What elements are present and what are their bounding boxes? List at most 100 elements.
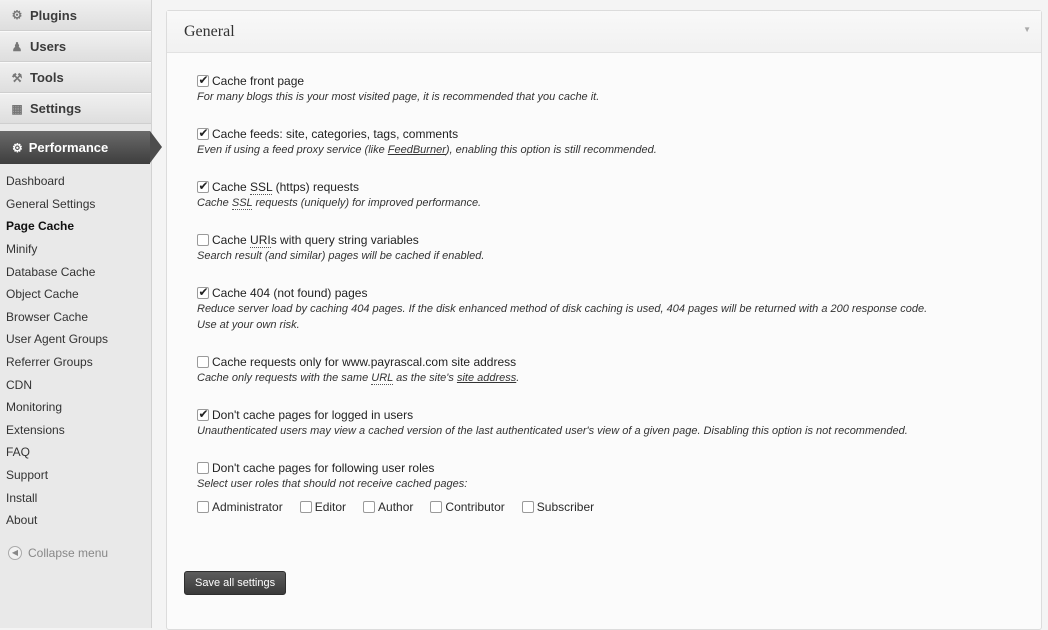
option-description: Unauthenticated users may view a cached … (197, 425, 908, 437)
option-cache-ssl: Cache SSL (https) requests Cache SSL req… (197, 179, 1037, 211)
submenu-item-faq[interactable]: FAQ (0, 441, 151, 464)
panel-header: General ▼ (167, 11, 1041, 53)
option-label-row: Don't cache pages for following user rol… (197, 460, 1037, 476)
option-cache-404: Cache 404 (not found) pages Reduce serve… (197, 285, 1037, 333)
submenu-item-referrer-groups[interactable]: Referrer Groups (0, 351, 151, 374)
menu-item-settings[interactable]: ▦ Settings (0, 93, 151, 124)
option-label-row: Cache feeds: site, categories, tags, com… (197, 126, 1037, 142)
option-label-row: Cache requests only for www.payrascal.co… (197, 354, 1037, 370)
role-subscriber[interactable]: Subscriber (521, 500, 594, 514)
cache-front-page-checkbox[interactable] (197, 75, 209, 87)
option-description: Search result (and similar) pages will b… (197, 250, 485, 262)
role-label[interactable]: Subscriber (537, 500, 594, 514)
option-description: Cache SSL requests (uniquely) for improv… (197, 195, 1037, 211)
admin-sidebar: ⚙ Plugins ♟ Users ⚒ Tools ▦ Settings ⚙ P… (0, 0, 162, 628)
submenu-item-about[interactable]: About (0, 509, 151, 532)
role-contributor[interactable]: Contributor (430, 500, 505, 514)
menu-item-users[interactable]: ♟ Users (0, 31, 151, 62)
desc-text: as the site's (393, 372, 457, 384)
menu-item-plugins[interactable]: ⚙ Plugins (0, 0, 151, 31)
option-description: Even if using a feed proxy service (like… (197, 142, 1037, 158)
desc-text: Even if using a feed proxy service (like (197, 144, 388, 156)
option-description-risk: Use at your own risk. (197, 319, 300, 331)
menu-item-label: Plugins (30, 7, 77, 23)
option-label[interactable]: Don't cache pages for following user rol… (212, 461, 434, 475)
submenu-item-database-cache[interactable]: Database Cache (0, 260, 151, 283)
option-label[interactable]: Cache feeds: site, categories, tags, com… (212, 127, 458, 141)
option-cache-feeds: Cache feeds: site, categories, tags, com… (197, 126, 1037, 158)
option-label-row: Don't cache pages for logged in users (197, 407, 1037, 423)
cache-feeds-checkbox[interactable] (197, 128, 209, 140)
menu-item-label: Tools (30, 70, 64, 85)
role-editor[interactable]: Editor (299, 500, 346, 514)
desc-text: . (516, 372, 520, 384)
submenu-item-dashboard[interactable]: Dashboard (0, 170, 151, 193)
cache-ssl-checkbox[interactable] (197, 181, 209, 193)
option-description: Reduce server load by caching 404 pages.… (197, 303, 928, 315)
option-label-row: Cache 404 (not found) pages (197, 285, 1037, 301)
role-label[interactable]: Author (378, 500, 413, 514)
role-checkbox[interactable] (363, 501, 376, 513)
user-roles-checkbox[interactable] (197, 462, 209, 474)
role-checkbox[interactable] (197, 501, 209, 513)
option-label[interactable]: Cache URIs with query string variables (212, 233, 419, 248)
cache-site-address-checkbox[interactable] (197, 356, 209, 368)
cache-404-checkbox[interactable] (197, 287, 209, 299)
option-user-roles: Don't cache pages for following user rol… (197, 460, 1037, 514)
panel-toggle-icon[interactable]: ▼ (1023, 25, 1031, 34)
role-label[interactable]: Contributor (445, 500, 504, 514)
option-label[interactable]: Cache requests only for www.payrascal.co… (212, 355, 516, 369)
submenu-item-page-cache[interactable]: Page Cache (0, 215, 151, 238)
role-label[interactable]: Administrator (212, 500, 283, 514)
url-abbr: URL (371, 372, 394, 385)
submenu-item-user-agent-groups[interactable]: User Agent Groups (0, 328, 151, 351)
collapse-menu-button[interactable]: ◀ Collapse menu (8, 545, 151, 560)
desc-text: Cache (197, 197, 232, 209)
submenu-item-browser-cache[interactable]: Browser Cache (0, 306, 151, 329)
user-roles-list: Administrator Editor Author Contributor … (197, 500, 1037, 514)
label-text: s with query string variables (270, 233, 419, 247)
role-administrator[interactable]: Administrator (197, 500, 283, 514)
menu-item-label: Performance (28, 140, 109, 155)
tools-icon: ⚒ (11, 70, 23, 85)
panel-title: General (184, 22, 235, 40)
option-label[interactable]: Cache front page (212, 74, 304, 88)
label-text: Cache (212, 180, 251, 194)
role-label[interactable]: Editor (315, 500, 346, 514)
submenu-item-monitoring[interactable]: Monitoring (0, 396, 151, 419)
submenu-item-extensions[interactable]: Extensions (0, 419, 151, 442)
submenu-item-object-cache[interactable]: Object Cache (0, 283, 151, 306)
cache-options: Cache front page For many blogs this is … (197, 73, 1037, 514)
role-checkbox[interactable] (299, 501, 312, 513)
submenu-item-install[interactable]: Install (0, 486, 151, 509)
collapse-menu-label: Collapse menu (28, 545, 109, 560)
label-text: Cache (212, 233, 251, 247)
submenu-item-general-settings[interactable]: General Settings (0, 193, 151, 216)
menu-item-tools[interactable]: ⚒ Tools (0, 62, 151, 93)
gear-icon: ⚙ (12, 140, 23, 155)
option-label-row: Cache URIs with query string variables (197, 232, 1037, 248)
menu-item-performance[interactable]: ⚙ Performance (0, 131, 162, 164)
menu-item-label: Settings (30, 101, 82, 116)
desc-text: ), enabling this option is still recomme… (445, 144, 657, 156)
option-label[interactable]: Don't cache pages for logged in users (212, 408, 413, 422)
submenu-item-support[interactable]: Support (0, 464, 151, 487)
option-label-row: Cache SSL (https) requests (197, 179, 1037, 195)
label-text: (https) requests (272, 180, 359, 194)
role-checkbox[interactable] (430, 501, 443, 513)
feedburner-link[interactable]: FeedBurner (388, 144, 446, 156)
site-address-link[interactable]: site address (457, 372, 516, 384)
submenu-item-minify[interactable]: Minify (0, 238, 151, 261)
option-label[interactable]: Cache 404 (not found) pages (212, 286, 367, 300)
role-checkbox[interactable] (521, 501, 534, 513)
ssl-abbr: SSL (231, 197, 253, 210)
option-label[interactable]: Cache SSL (https) requests (212, 180, 359, 195)
cache-uris-query-checkbox[interactable] (197, 234, 209, 246)
role-author[interactable]: Author (363, 500, 413, 514)
submenu-item-cdn[interactable]: CDN (0, 373, 151, 396)
save-all-settings-button[interactable]: Save all settings (184, 571, 287, 595)
logged-in-users-checkbox[interactable] (197, 409, 209, 421)
settings-icon: ▦ (11, 101, 23, 116)
option-description: For many blogs this is your most visited… (197, 91, 600, 103)
option-description: Cache only requests with the same URL as… (197, 370, 1037, 386)
